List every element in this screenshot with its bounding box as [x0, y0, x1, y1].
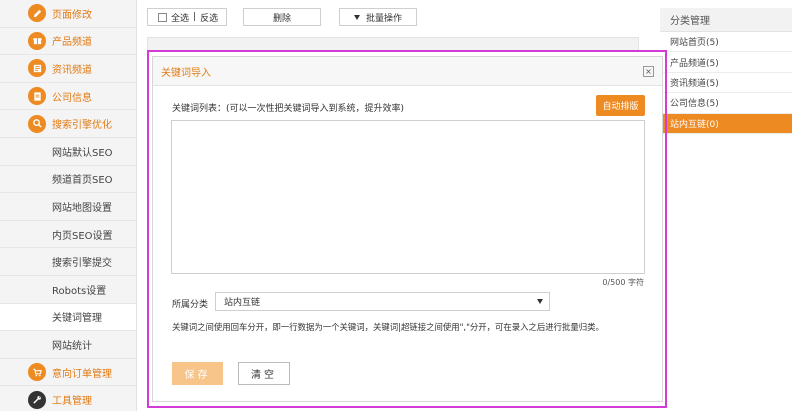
- sidebar-item-company[interactable]: 公司信息: [0, 83, 136, 111]
- category-panel: 分类管理 网站首页(5) 产品频道(5) 资讯频道(5) 公司信息(5) 站内互…: [660, 8, 792, 134]
- invert-selection-label[interactable]: 反选: [200, 11, 218, 24]
- category-item-news[interactable]: 资讯频道(5): [660, 73, 792, 94]
- toolbar-separator: |: [193, 12, 197, 22]
- select-all-checkbox[interactable]: [158, 12, 167, 22]
- usage-note: 关键词之间使用回车分开，即一行数据为一个关键词，关键词|超链接之间使用","分开…: [172, 322, 604, 332]
- pencil-icon: [28, 4, 46, 23]
- sidebar-item-label: 页面修改: [52, 9, 92, 21]
- sidebar-item-products[interactable]: 产品频道: [0, 28, 136, 56]
- batch-operation-label: 批量操作: [365, 13, 402, 24]
- gift-icon: [28, 31, 46, 50]
- wrench-icon: [28, 390, 46, 409]
- dialog-header: 关键词导入: [153, 57, 662, 86]
- batch-operation-button[interactable]: 批量操作: [339, 8, 417, 26]
- cart-icon: [28, 363, 46, 382]
- sidebar-subitem-label: 内页SEO设置: [52, 230, 113, 242]
- sidebar-item-label: 产品频道: [52, 37, 92, 49]
- sidebar-subitem-submit[interactable]: 搜索引擎提交: [0, 248, 136, 276]
- sidebar-subitem-label: 网站地图设置: [52, 202, 112, 214]
- sidebar-item-orders[interactable]: 意向订单管理: [0, 359, 136, 387]
- sidebar-subitem-keywords[interactable]: 关键词管理: [0, 303, 136, 332]
- sidebar-subitem-label: Robots设置: [52, 285, 107, 297]
- chevron-down-icon: [353, 14, 360, 20]
- sidebar-item-label: 公司信息: [52, 92, 92, 104]
- category-label: 所属分类: [172, 300, 209, 310]
- keyword-list-label: 关键词列表：(可以一次性把关键词导入到系统，提升效率): [172, 104, 405, 114]
- dialog-title: 关键词导入: [161, 67, 211, 79]
- character-counter: 0/500 字符: [602, 278, 644, 287]
- sidebar-item-label: 意向订单管理: [52, 368, 112, 380]
- sidebar-item-label: 工具管理: [52, 396, 92, 408]
- category-item-company[interactable]: 公司信息(5): [660, 93, 792, 114]
- close-button[interactable]: ×: [643, 66, 654, 77]
- sidebar-item-tools[interactable]: 工具管理: [0, 386, 136, 411]
- delete-button[interactable]: 删除: [243, 8, 321, 26]
- sidebar-subitem-label: 频道首页SEO: [52, 175, 113, 187]
- sidebar-subitem-sitemap[interactable]: 网站地图设置: [0, 193, 136, 221]
- keyword-list-textarea[interactable]: [171, 120, 645, 274]
- sidebar-subitem-label: 网站统计: [52, 340, 92, 352]
- sidebar-subitem-label: 网站默认SEO: [52, 147, 113, 159]
- category-item-internal-links[interactable]: 站内互链(0): [660, 113, 792, 134]
- document-icon: [28, 87, 46, 106]
- sidebar-item-news[interactable]: 资讯频道: [0, 55, 136, 83]
- category-select-value: 站内互链: [224, 298, 261, 308]
- sidebar-subitem-channel-seo[interactable]: 频道首页SEO: [0, 166, 136, 194]
- sidebar-subitem-label: 关键词管理: [52, 313, 102, 325]
- sidebar-subitem-label: 搜索引擎提交: [52, 258, 112, 270]
- save-button[interactable]: 保存: [172, 362, 223, 385]
- sidebar-subitem-robots[interactable]: Robots设置: [0, 276, 136, 304]
- search-icon: [28, 114, 46, 133]
- sidebar-item-page-edit[interactable]: 页面修改: [0, 0, 136, 28]
- sidebar: 页面修改 产品频道 资讯频道 公司信息 搜索引擎优化 网站默认SEO 频道首页S…: [0, 0, 137, 411]
- select-all-button[interactable]: 全选 | 反选: [147, 8, 227, 26]
- news-icon: [28, 59, 46, 78]
- sidebar-subitem-stats[interactable]: 网站统计: [0, 331, 136, 359]
- delete-button-label: 删除: [272, 13, 291, 24]
- sidebar-subitem-default-seo[interactable]: 网站默认SEO: [0, 138, 136, 166]
- sidebar-subitem-inner-seo[interactable]: 内页SEO设置: [0, 221, 136, 249]
- clear-button[interactable]: 清空: [238, 362, 290, 385]
- category-item-home[interactable]: 网站首页(5): [660, 32, 792, 53]
- category-item-products[interactable]: 产品频道(5): [660, 52, 792, 73]
- keyword-import-dialog: 关键词导入 × 关键词列表：(可以一次性把关键词导入到系统，提升效率) 自动排版…: [152, 56, 663, 402]
- auto-format-button[interactable]: 自动排版: [596, 95, 645, 116]
- category-select[interactable]: 站内互链: [215, 292, 550, 311]
- select-all-label: 全选: [171, 13, 190, 24]
- table-header: [147, 37, 639, 51]
- category-panel-title: 分类管理: [660, 8, 792, 32]
- sidebar-item-label: 搜索引擎优化: [52, 120, 112, 132]
- sidebar-item-seo[interactable]: 搜索引擎优化: [0, 110, 136, 138]
- sidebar-item-label: 资讯频道: [52, 64, 92, 76]
- chevron-down-icon: [537, 299, 543, 304]
